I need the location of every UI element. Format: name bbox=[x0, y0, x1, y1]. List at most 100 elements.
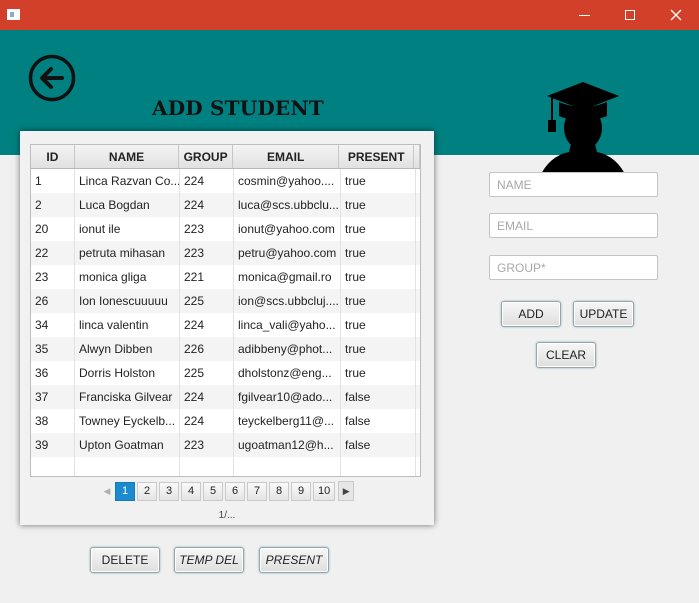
name-input[interactable] bbox=[489, 172, 658, 197]
table-row[interactable]: 20 ionut ile 223 ionut@yahoo.com true bbox=[31, 217, 420, 241]
cell-name: monica gliga bbox=[75, 265, 180, 289]
table-row[interactable]: 23 monica gliga 221 monica@gmail.ro true bbox=[31, 265, 420, 289]
update-button[interactable]: UPDATE bbox=[573, 301, 634, 327]
cell-group: 225 bbox=[180, 289, 234, 313]
cell-group: 224 bbox=[180, 193, 234, 217]
cell-group: 223 bbox=[180, 217, 234, 241]
table-header: ID NAME GROUP EMAIL PRESENT bbox=[31, 145, 420, 169]
page-button[interactable]: 4 bbox=[181, 481, 201, 501]
table-row[interactable]: 36 Dorris Holston 225 dholstonz@eng... t… bbox=[31, 361, 420, 385]
cell-present: true bbox=[341, 289, 416, 313]
pagination: ◀ 1 2 3 4 5 6 7 8 9 10 ▶ bbox=[99, 481, 355, 501]
email-input[interactable] bbox=[489, 213, 658, 238]
maximize-icon bbox=[625, 10, 635, 20]
cell-present: true bbox=[341, 193, 416, 217]
window-titlebar bbox=[0, 0, 699, 30]
minimize-button[interactable] bbox=[561, 0, 607, 30]
page-button[interactable]: 6 bbox=[225, 481, 245, 501]
cell-id: 26 bbox=[31, 289, 75, 313]
cell-id: 37 bbox=[31, 385, 75, 409]
cell-present: false bbox=[341, 433, 416, 457]
page-button[interactable]: 8 bbox=[269, 481, 289, 501]
cell-email: fgilvear10@ado... bbox=[234, 385, 341, 409]
back-arrow-circle-icon[interactable] bbox=[28, 54, 76, 102]
cell-id: 36 bbox=[31, 361, 75, 385]
cell-empty bbox=[341, 457, 416, 476]
present-button[interactable]: PRESENT bbox=[259, 547, 329, 573]
cell-name: Franciska Gilvear bbox=[75, 385, 180, 409]
column-header-id[interactable]: ID bbox=[31, 145, 75, 168]
table-row[interactable]: 35 Alwyn Dibben 226 adibbeny@phot... tru… bbox=[31, 337, 420, 361]
table-row-empty bbox=[31, 457, 420, 476]
group-input[interactable] bbox=[489, 255, 658, 280]
cell-email: ugoatman12@h... bbox=[234, 433, 341, 457]
page-button[interactable]: 2 bbox=[137, 481, 157, 501]
cell-empty bbox=[180, 457, 234, 476]
table-row[interactable]: 37 Franciska Gilvear 224 fgilvear10@ado.… bbox=[31, 385, 420, 409]
page-button[interactable]: 5 bbox=[203, 481, 223, 501]
table-row[interactable]: 34 linca valentin 224 linca_vali@yaho...… bbox=[31, 313, 420, 337]
cell-name: Linca Razvan Co... bbox=[75, 169, 180, 193]
cell-email: adibbeny@phot... bbox=[234, 337, 341, 361]
cell-id: 22 bbox=[31, 241, 75, 265]
close-button[interactable] bbox=[653, 0, 699, 30]
cell-empty bbox=[31, 457, 75, 476]
table-row[interactable]: 38 Towney Eyckelb... 224 teyckelberg11@.… bbox=[31, 409, 420, 433]
cell-email: luca@scs.ubbclu... bbox=[234, 193, 341, 217]
cell-email: monica@gmail.ro bbox=[234, 265, 341, 289]
cell-email: teyckelberg11@... bbox=[234, 409, 341, 433]
cell-empty bbox=[234, 457, 341, 476]
page-button[interactable]: 7 bbox=[247, 481, 267, 501]
cell-name: Dorris Holston bbox=[75, 361, 180, 385]
column-header-group[interactable]: GROUP bbox=[179, 145, 233, 168]
cell-group: 224 bbox=[180, 385, 234, 409]
cell-id: 35 bbox=[31, 337, 75, 361]
temp-delete-button[interactable]: TEMP DEL bbox=[174, 547, 244, 573]
page-indicator: 1/... bbox=[218, 510, 236, 521]
cell-group: 224 bbox=[180, 409, 234, 433]
page-button[interactable]: 9 bbox=[291, 481, 311, 501]
cell-email: cosmin@yahoo.... bbox=[234, 169, 341, 193]
table-row[interactable]: 26 Ion Ionescuuuuu 225 ion@scs.ubbcluj..… bbox=[31, 289, 420, 313]
cell-name: Luca Bogdan bbox=[75, 193, 180, 217]
table-row[interactable]: 39 Upton Goatman 223 ugoatman12@h... fal… bbox=[31, 433, 420, 457]
clear-button[interactable]: CLEAR bbox=[536, 342, 596, 368]
column-header-email[interactable]: EMAIL bbox=[233, 145, 340, 168]
student-table[interactable]: ID NAME GROUP EMAIL PRESENT 1 Linca Razv… bbox=[30, 144, 421, 477]
page-button[interactable]: 10 bbox=[313, 481, 336, 501]
cell-present: true bbox=[341, 361, 416, 385]
cell-id: 39 bbox=[31, 433, 75, 457]
page-title: ADD STUDENT bbox=[152, 96, 324, 120]
table-row[interactable]: 22 petruta mihasan 223 petru@yahoo.com t… bbox=[31, 241, 420, 265]
cell-present: true bbox=[341, 241, 416, 265]
table-row[interactable]: 2 Luca Bogdan 224 luca@scs.ubbclu... tru… bbox=[31, 193, 420, 217]
cell-group: 224 bbox=[180, 169, 234, 193]
previous-page-icon[interactable]: ◀ bbox=[99, 481, 115, 501]
column-header-present[interactable]: PRESENT bbox=[339, 145, 415, 168]
delete-button[interactable]: DELETE bbox=[90, 547, 160, 573]
cell-present: true bbox=[341, 265, 416, 289]
minimize-icon bbox=[578, 14, 590, 16]
cell-email: petru@yahoo.com bbox=[234, 241, 341, 265]
page-button[interactable]: 3 bbox=[159, 481, 179, 501]
cell-group: 226 bbox=[180, 337, 234, 361]
next-page-icon[interactable]: ▶ bbox=[338, 481, 355, 501]
column-header-name[interactable]: NAME bbox=[75, 145, 180, 168]
add-button[interactable]: ADD bbox=[501, 301, 561, 327]
cell-name: petruta mihasan bbox=[75, 241, 180, 265]
column-header-filler bbox=[414, 145, 420, 168]
cell-group: 223 bbox=[180, 433, 234, 457]
cell-present: true bbox=[341, 313, 416, 337]
page-button[interactable]: 1 bbox=[115, 481, 135, 501]
cell-group: 225 bbox=[180, 361, 234, 385]
cell-group: 221 bbox=[180, 265, 234, 289]
cell-name: Alwyn Dibben bbox=[75, 337, 180, 361]
cell-id: 1 bbox=[31, 169, 75, 193]
cell-group: 224 bbox=[180, 313, 234, 337]
cell-email: ion@scs.ubbcluj.... bbox=[234, 289, 341, 313]
cell-email: ionut@yahoo.com bbox=[234, 217, 341, 241]
cell-id: 2 bbox=[31, 193, 75, 217]
maximize-button[interactable] bbox=[607, 0, 653, 30]
cell-name: Upton Goatman bbox=[75, 433, 180, 457]
table-row[interactable]: 1 Linca Razvan Co... 224 cosmin@yahoo...… bbox=[31, 169, 420, 193]
